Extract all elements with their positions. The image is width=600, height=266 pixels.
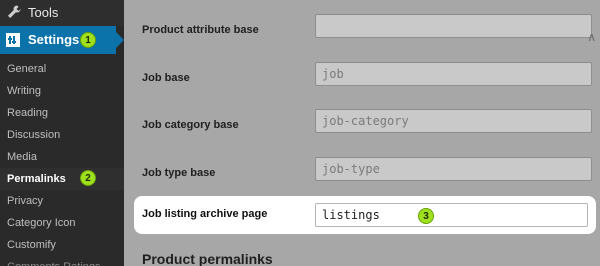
active-menu-pointer [116,32,124,48]
job-listing-archive-row: Job listing archive page listings [134,196,596,234]
product-attribute-base-label: Product attribute base [142,24,259,36]
sidebar-item-writing[interactable]: Writing [0,80,124,102]
sidebar-item-privacy[interactable]: Privacy [0,190,124,212]
job-listing-archive-input[interactable]: listings [315,203,588,227]
job-base-row: Job base job [124,60,600,100]
job-type-base-label: Job type base [142,167,216,179]
sidebar-item-discussion[interactable]: Discussion [0,124,124,146]
step-badge-1: 1 [80,32,96,48]
scroll-arrow-icon: ∧ [587,30,596,44]
job-category-base-row: Job category base job-category [124,107,600,147]
sidebar-item-reading[interactable]: Reading [0,102,124,124]
product-attribute-base-input[interactable] [315,14,592,38]
admin-sidebar: Tools Settings 1 General Writing Reading… [0,0,124,266]
step-badge-2: 2 [80,170,96,186]
job-base-label: Job base [142,72,190,84]
sidebar-item-comments-ratings[interactable]: Comments Ratings [0,256,124,266]
product-permalinks-heading: Product permalinks [142,251,273,266]
sidebar-item-permalinks[interactable]: Permalinks [0,168,124,190]
tools-label: Tools [28,5,59,20]
sidebar-item-media[interactable]: Media [0,146,124,168]
sidebar-item-settings[interactable]: Settings [0,26,116,54]
sidebar-item-tools[interactable]: Tools [0,0,124,26]
settings-submenu: General Writing Reading Discussion Media… [0,58,124,266]
product-attribute-base-row: Product attribute base ∧ [124,12,600,52]
job-category-base-input[interactable]: job-category [315,109,592,133]
settings-icon [6,33,20,47]
job-category-base-label: Job category base [142,119,239,131]
settings-label: Settings [28,32,80,47]
job-type-base-input[interactable]: job-type [315,157,592,181]
sidebar-item-category-icon[interactable]: Category Icon [0,212,124,234]
step-badge-3: 3 [418,208,434,224]
job-type-base-row: Job type base job-type [124,155,600,195]
wrench-icon [8,5,21,18]
job-listing-archive-label: Job listing archive page [142,208,268,220]
sidebar-item-customify[interactable]: Customify [0,234,124,256]
sidebar-item-general[interactable]: General [0,58,124,80]
job-base-input[interactable]: job [315,62,592,86]
